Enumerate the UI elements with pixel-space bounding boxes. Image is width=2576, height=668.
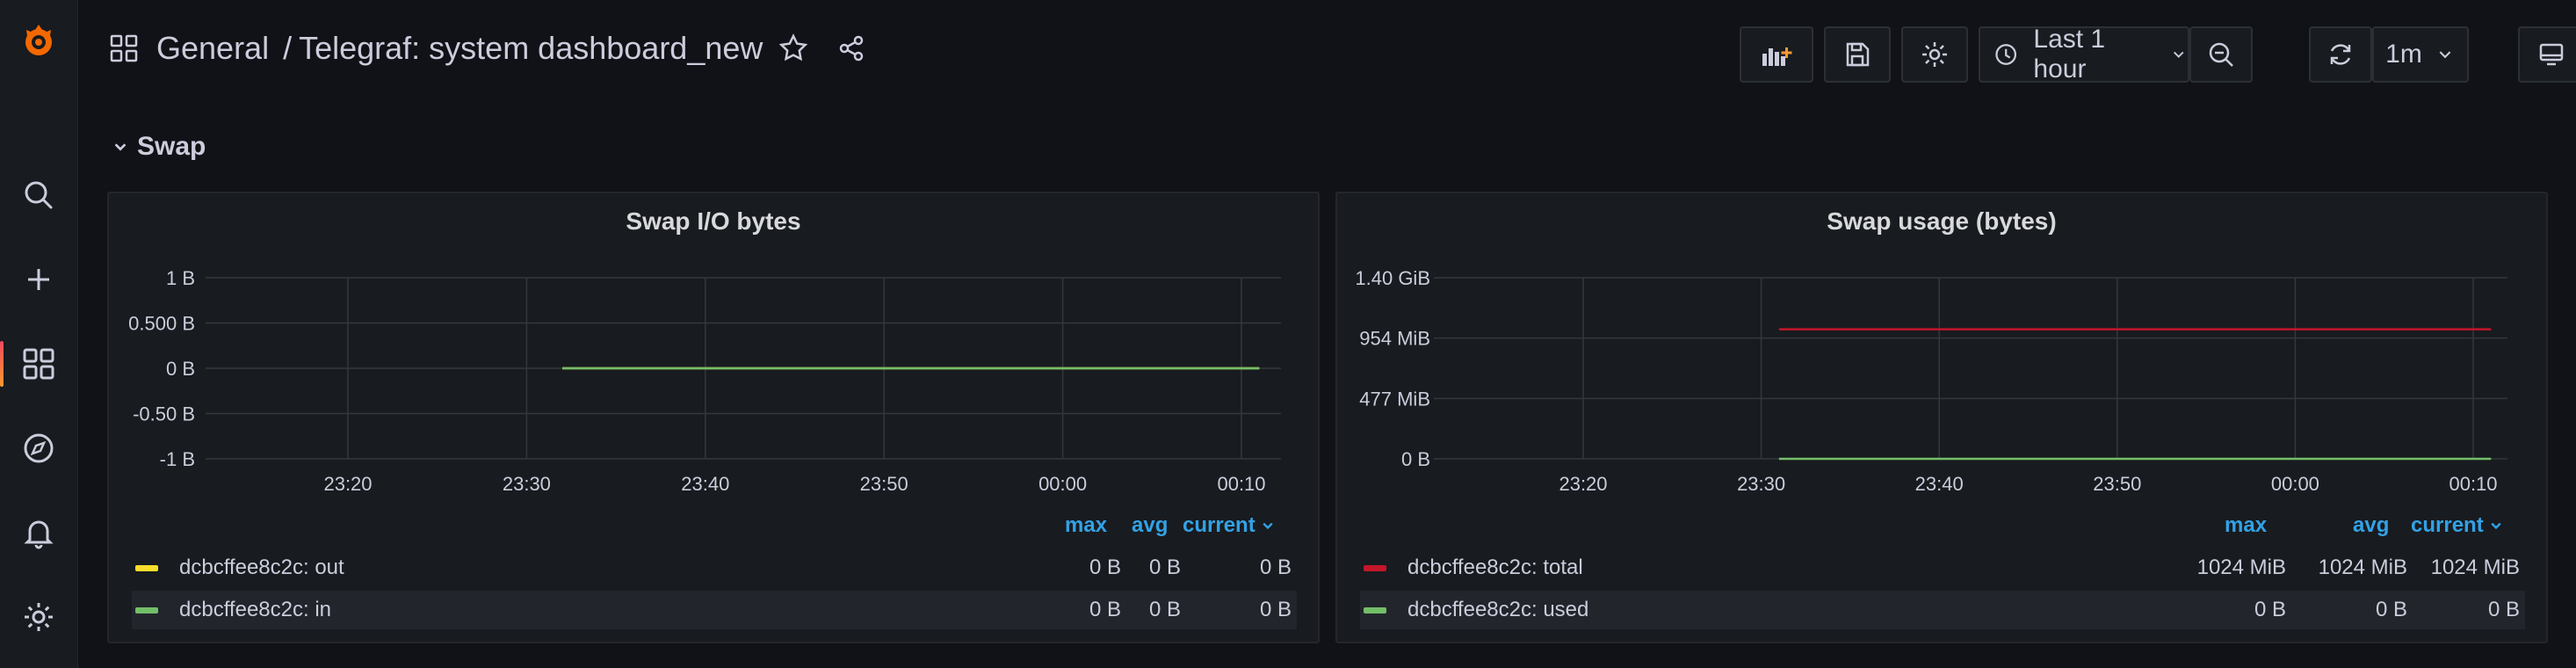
legend-header-max[interactable]: max <box>2225 513 2267 538</box>
dashboard-settings-button[interactable] <box>1901 26 1968 83</box>
x-tick-label: 23:20 <box>1559 473 1607 492</box>
x-tick-label: 00:00 <box>1038 473 1087 492</box>
x-tick-label: 23:30 <box>1737 473 1785 492</box>
refresh-button[interactable] <box>2309 26 2372 83</box>
swap-io-chart: 1 B 0.500 B 0 B -0.50 B -1 B 23:20 23:30 23:40 2… <box>128 267 1281 492</box>
y-tick-label: 0.500 B <box>128 313 195 335</box>
panel-swap-io-bytes: Swap I/O bytes 1 B 0.500 B0 B -0.50 B -1 B2… <box>107 192 1320 643</box>
search-icon[interactable] <box>0 167 77 223</box>
legend-max-value: 0 B <box>1089 598 1121 621</box>
legend-header-avg[interactable]: avg <box>1132 513 1168 538</box>
y-tick-label: 0 B <box>166 358 195 380</box>
row-title: Swap <box>137 132 206 161</box>
zoom-out-button[interactable] <box>2189 26 2253 83</box>
x-tick-label: 00:00 <box>2271 473 2319 492</box>
x-tick-label: 23:40 <box>681 473 729 492</box>
series-color-swatch[interactable] <box>135 606 158 614</box>
y-tick-label: 1.40 GiB <box>1355 267 1430 289</box>
legend-max-value: 0 B <box>1089 555 1121 579</box>
series-name: dcbcffee8c2c: total <box>1407 555 1583 579</box>
legend-header-avg[interactable]: avg <box>2353 513 2389 538</box>
top-navbar: General / Telegraf: system dashboard_new… <box>77 0 2576 105</box>
refresh-icon <box>2330 44 2351 65</box>
zoom-out-icon <box>2209 42 2233 67</box>
legend-max-value: 1024 MiB <box>2196 555 2286 579</box>
plus-icon[interactable] <box>0 251 77 308</box>
time-range-picker[interactable]: Last 1 hour <box>1979 25 2189 84</box>
panel-swap-usage: Swap usage (bytes) 1.40 GiB 954 MiB 477 Mi… <box>1335 192 2548 643</box>
y-tick-label: -1 B <box>160 448 195 470</box>
series-color-swatch[interactable] <box>1364 606 1386 614</box>
chevron-down-icon <box>2173 51 2183 58</box>
x-tick-label: 23:30 <box>503 473 551 492</box>
save-icon <box>1846 42 1870 67</box>
add-panel-icon <box>1762 47 1792 66</box>
save-dashboard-button[interactable] <box>1824 26 1891 83</box>
x-tick-label: 00:10 <box>2449 473 2497 492</box>
legend-avg-value: 0 B <box>1148 598 1181 621</box>
legend-item[interactable]: dcbcffee8c2c: out 0 B 0 B 0 B <box>132 548 1297 587</box>
add-panel-button[interactable] <box>1740 26 1813 83</box>
legend-current-value: 0 B <box>2487 598 2520 621</box>
legend-header-max[interactable]: max <box>1065 513 1107 538</box>
grafana-logo-icon[interactable] <box>0 12 77 69</box>
series-name: dcbcffee8c2c: out <box>179 555 344 579</box>
dashboard-title-link[interactable]: Telegraf: system dashboard_new <box>299 30 763 67</box>
time-range-label: Last 1 hour <box>2033 25 2106 84</box>
share-icon[interactable] <box>836 33 866 63</box>
y-tick-label: -0.50 B <box>133 403 195 425</box>
legend-avg-value: 0 B <box>1148 555 1181 579</box>
legend-current-value: 0 B <box>1259 555 1292 579</box>
y-tick-label: 1 B <box>166 267 195 289</box>
dashboards-icon[interactable] <box>0 336 77 392</box>
legend-avg-value: 1024 MiB <box>2318 555 2407 579</box>
legend-item[interactable]: dcbcffee8c2c: total 1024 MiB 1024 MiB 10… <box>1360 548 2525 587</box>
y-tick-label: 477 MiB <box>1359 388 1430 410</box>
sidebar <box>0 0 78 668</box>
sort-chevron-icon <box>1263 522 1273 530</box>
refresh-interval-label: 1m <box>2385 40 2422 69</box>
alerting-bell-icon[interactable] <box>0 505 77 561</box>
x-tick-label: 23:50 <box>2093 473 2141 492</box>
legend-header-current[interactable]: current <box>2411 513 2503 538</box>
legend-current-value: 0 B <box>1259 598 1292 621</box>
view-mode-button[interactable] <box>2518 26 2576 83</box>
refresh-interval-picker[interactable]: 1m <box>2372 26 2469 83</box>
y-tick-label: 0 B <box>1401 448 1430 470</box>
clock-icon <box>1995 44 2017 65</box>
breadcrumb: General / Telegraf: system dashboard_new <box>109 30 866 67</box>
x-tick-label: 23:40 <box>1915 473 1964 492</box>
chevron-down-icon <box>2439 51 2451 59</box>
x-tick-label: 00:10 <box>1217 473 1265 492</box>
breadcrumb-separator: / <box>283 30 293 66</box>
series-color-swatch[interactable] <box>135 564 158 571</box>
legend-header-current-label: current <box>1183 513 1255 537</box>
settings-gear-icon[interactable] <box>0 589 77 645</box>
dashboard-grid-icon <box>110 34 138 62</box>
series-color-swatch[interactable] <box>1364 564 1386 571</box>
legend-current-value: 1024 MiB <box>2430 555 2520 579</box>
legend-header-current-label: current <box>2411 513 2484 537</box>
legend-avg-value: 0 B <box>2375 598 2407 621</box>
explore-compass-icon[interactable] <box>0 420 77 476</box>
x-tick-label: 23:20 <box>323 473 372 492</box>
series-name: dcbcffee8c2c: used <box>1407 598 1589 621</box>
gear-icon <box>1922 42 1947 67</box>
swap-usage-chart: 1.40 GiB 954 MiB 477 MiB 0 B 23:20 23:30 23:40… <box>1355 267 2507 492</box>
chevron-down-icon <box>114 143 127 151</box>
x-tick-label: 23:50 <box>860 473 908 492</box>
breadcrumb-folder-link[interactable]: General <box>156 30 269 67</box>
row-header-swap[interactable]: Swap <box>112 132 206 162</box>
monitor-icon <box>2539 43 2564 66</box>
legend-header-current[interactable]: current <box>1183 513 1275 538</box>
legend-item[interactable]: dcbcffee8c2c: in 0 B 0 B 0 B <box>132 591 1297 629</box>
sort-chevron-icon <box>2491 522 2501 530</box>
y-tick-label: 954 MiB <box>1359 328 1430 350</box>
legend-max-value: 0 B <box>2254 598 2286 621</box>
legend-item[interactable]: dcbcffee8c2c: used 0 B 0 B 0 B <box>1360 591 2525 629</box>
star-icon[interactable] <box>778 33 808 63</box>
series-name: dcbcffee8c2c: in <box>179 598 332 621</box>
